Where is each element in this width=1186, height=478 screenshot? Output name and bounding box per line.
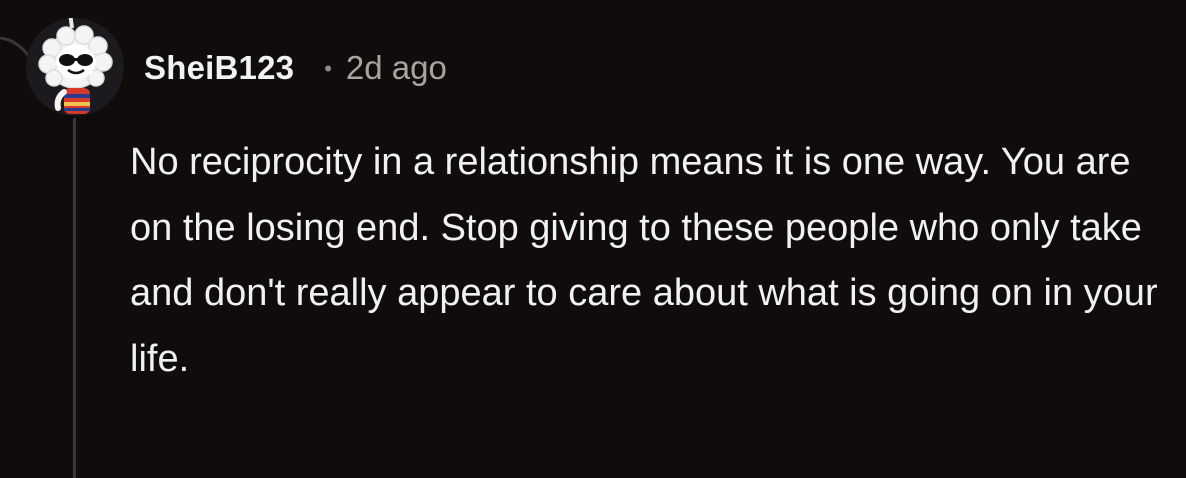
timestamp-link[interactable]: 2d ago — [346, 49, 447, 87]
username-link[interactable]: SheiB123 — [144, 49, 294, 87]
comment: SheiB123 • 2d ago No reciprocity in a re… — [0, 0, 1186, 478]
avatar[interactable] — [26, 18, 124, 116]
meta-separator: • — [324, 56, 332, 81]
snoo-avatar-icon — [38, 18, 113, 114]
comment-body: No reciprocity in a relationship means i… — [130, 141, 1158, 380]
thread-line[interactable] — [73, 118, 76, 478]
comment-header: SheiB123 • 2d ago — [144, 48, 447, 88]
